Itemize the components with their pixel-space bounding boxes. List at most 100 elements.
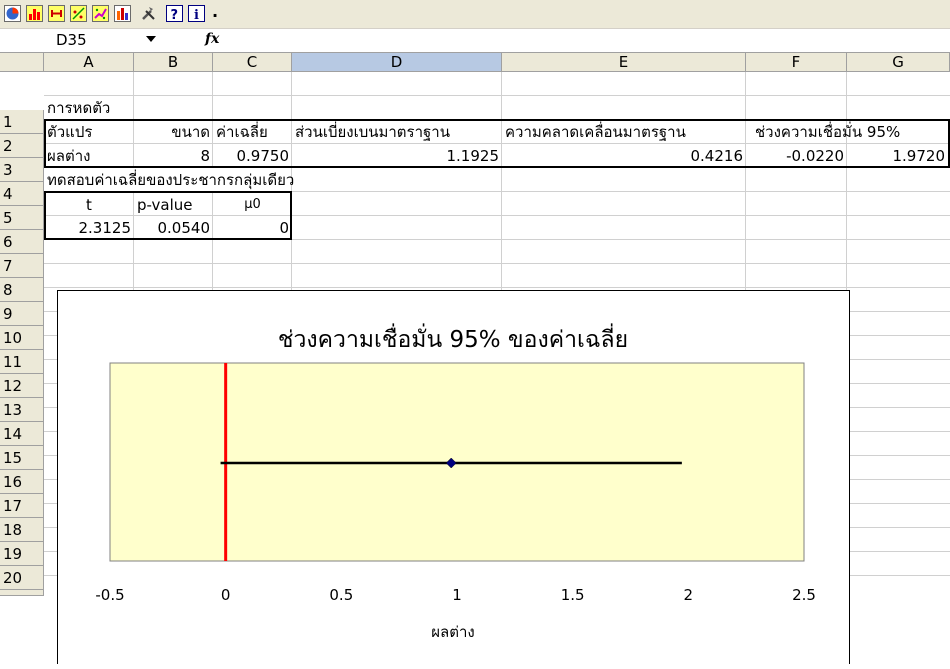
insert-function-button[interactable]: fx bbox=[205, 31, 219, 47]
row-header-1[interactable]: 1 bbox=[0, 110, 44, 134]
cell-a3[interactable]: ผลต่าง bbox=[44, 144, 134, 168]
row-header-3[interactable]: 3 bbox=[0, 158, 44, 182]
cell-f3[interactable]: -0.0220 bbox=[746, 144, 847, 168]
row-header-14[interactable]: 14 bbox=[0, 422, 44, 446]
cell-b2[interactable]: ขนาด bbox=[134, 120, 213, 144]
cell-a2[interactable]: ตัวแปร bbox=[44, 120, 134, 144]
row-header-4[interactable]: 4 bbox=[0, 182, 44, 206]
row-header-8[interactable]: 8 bbox=[0, 278, 44, 302]
svg-text:?: ? bbox=[171, 8, 179, 21]
cell-e2[interactable]: ความคลาดเคลื่อนมาตรฐาน bbox=[502, 120, 746, 144]
chevron-down-icon[interactable] bbox=[146, 36, 156, 42]
row-header-16[interactable]: 16 bbox=[0, 470, 44, 494]
gridline bbox=[44, 335, 57, 336]
cell-c5[interactable]: μ0 bbox=[213, 193, 292, 217]
cell-d2[interactable]: ส่วนเบี่ยงเบนมาตราฐาน bbox=[292, 120, 502, 144]
x-tick-label: 2.5 bbox=[792, 586, 816, 604]
gridline bbox=[44, 575, 57, 576]
cell-b6[interactable]: 0.0540 bbox=[134, 216, 213, 240]
pie-chart-icon bbox=[6, 7, 19, 20]
regression-icon bbox=[94, 8, 107, 20]
cell-a1[interactable]: การหดตัว bbox=[44, 96, 134, 120]
row-header-17[interactable]: 17 bbox=[0, 494, 44, 518]
row-header-15[interactable]: 15 bbox=[0, 446, 44, 470]
column-header-a[interactable]: A bbox=[44, 53, 134, 72]
row-header-5[interactable]: 5 bbox=[0, 206, 44, 230]
gridline bbox=[44, 407, 57, 408]
gridline bbox=[846, 551, 950, 552]
cell-a5[interactable]: t bbox=[44, 193, 134, 217]
gridline bbox=[44, 527, 57, 528]
pie-chart-button[interactable] bbox=[4, 5, 21, 22]
row-header-6[interactable]: 6 bbox=[0, 230, 44, 254]
cell-d3[interactable]: 1.1925 bbox=[292, 144, 502, 168]
help-button[interactable]: ? bbox=[166, 5, 183, 22]
gridline bbox=[846, 455, 950, 456]
gridline bbox=[846, 527, 950, 528]
row-header-9[interactable]: 9 bbox=[0, 302, 44, 326]
gridline bbox=[44, 551, 57, 552]
row-header-10[interactable]: 10 bbox=[0, 326, 44, 350]
histogram-icon bbox=[29, 9, 40, 20]
x-tick-label: 0.5 bbox=[329, 586, 353, 604]
tools-button[interactable] bbox=[140, 5, 157, 22]
cell-c6[interactable]: 0 bbox=[213, 216, 292, 240]
gridline bbox=[846, 503, 950, 504]
x-axis-label: ผลต่าง bbox=[431, 623, 474, 641]
gridline bbox=[44, 359, 57, 360]
row-header-20[interactable]: 20 bbox=[0, 566, 44, 590]
column-header-g[interactable]: G bbox=[847, 53, 950, 72]
cell-c3[interactable]: 0.9750 bbox=[213, 144, 292, 168]
help-icon: ? bbox=[171, 8, 179, 21]
cell-e3[interactable]: 0.4216 bbox=[502, 144, 746, 168]
histogram-button[interactable] bbox=[26, 5, 43, 22]
gridline bbox=[44, 455, 57, 456]
confidence-interval-chart: ช่วงความเชื่อมั่น 95% ของค่าเฉลี่ย -0.5 0… bbox=[95, 323, 816, 641]
svg-text:i: i bbox=[194, 8, 199, 21]
gridline bbox=[44, 95, 950, 96]
cell-f2[interactable]: ช่วงความเชื่อมั่น 95% bbox=[752, 120, 948, 144]
scatter-icon bbox=[72, 7, 85, 20]
formula-input[interactable] bbox=[240, 30, 940, 50]
x-tick-label: 0 bbox=[221, 586, 231, 604]
x-tick-label: 1.5 bbox=[561, 586, 585, 604]
chart-title: ช่วงความเชื่อมั่น 95% ของค่าเฉลี่ย bbox=[278, 323, 628, 353]
bar-chart-button[interactable] bbox=[114, 5, 131, 22]
column-header-c[interactable]: C bbox=[213, 53, 292, 72]
tools-icon bbox=[142, 7, 155, 20]
cell-b5[interactable]: p-value bbox=[134, 193, 213, 217]
row-header-7[interactable]: 7 bbox=[0, 254, 44, 278]
regression-button[interactable] bbox=[92, 5, 109, 22]
row-header-21[interactable] bbox=[0, 590, 44, 596]
gridline bbox=[846, 383, 950, 384]
x-tick-label: 1 bbox=[452, 586, 462, 604]
gridline bbox=[44, 431, 57, 432]
info-button[interactable]: i bbox=[188, 5, 205, 22]
row-header-2[interactable]: 2 bbox=[0, 134, 44, 158]
gridline bbox=[44, 503, 57, 504]
select-all-corner[interactable] bbox=[0, 53, 44, 72]
column-header-b[interactable]: B bbox=[134, 53, 213, 72]
row-header-11[interactable]: 11 bbox=[0, 350, 44, 374]
cell-b3[interactable]: 8 bbox=[134, 144, 213, 168]
row-header-18[interactable]: 18 bbox=[0, 518, 44, 542]
cell-g3[interactable]: 1.9720 bbox=[847, 144, 948, 168]
chart-object[interactable]: ช่วงความเชื่อมั่น 95% ของค่าเฉลี่ย -0.5 0… bbox=[57, 290, 850, 664]
toolbar-overflow[interactable]: . bbox=[212, 2, 218, 21]
column-header-d[interactable]: D bbox=[292, 53, 502, 72]
error-bar-button[interactable] bbox=[48, 5, 65, 22]
cell-a6[interactable]: 2.3125 bbox=[44, 216, 134, 240]
error-bar-icon bbox=[51, 10, 62, 17]
column-header-f[interactable]: F bbox=[746, 53, 847, 72]
row-header-13[interactable]: 13 bbox=[0, 398, 44, 422]
column-header-e[interactable]: E bbox=[502, 53, 746, 72]
row-header-12[interactable]: 12 bbox=[0, 374, 44, 398]
gridline bbox=[846, 479, 950, 480]
gridline bbox=[44, 311, 57, 312]
row-header-19[interactable]: 19 bbox=[0, 542, 44, 566]
scatter-button[interactable] bbox=[70, 5, 87, 22]
cell-c2[interactable]: ค่าเฉลี่ย bbox=[213, 120, 292, 144]
cell-a4[interactable]: ทดสอบค่าเฉลี่ยของประชากรกลุ่มเดียว bbox=[44, 168, 294, 192]
gridline bbox=[846, 311, 950, 312]
gridline bbox=[846, 431, 950, 432]
